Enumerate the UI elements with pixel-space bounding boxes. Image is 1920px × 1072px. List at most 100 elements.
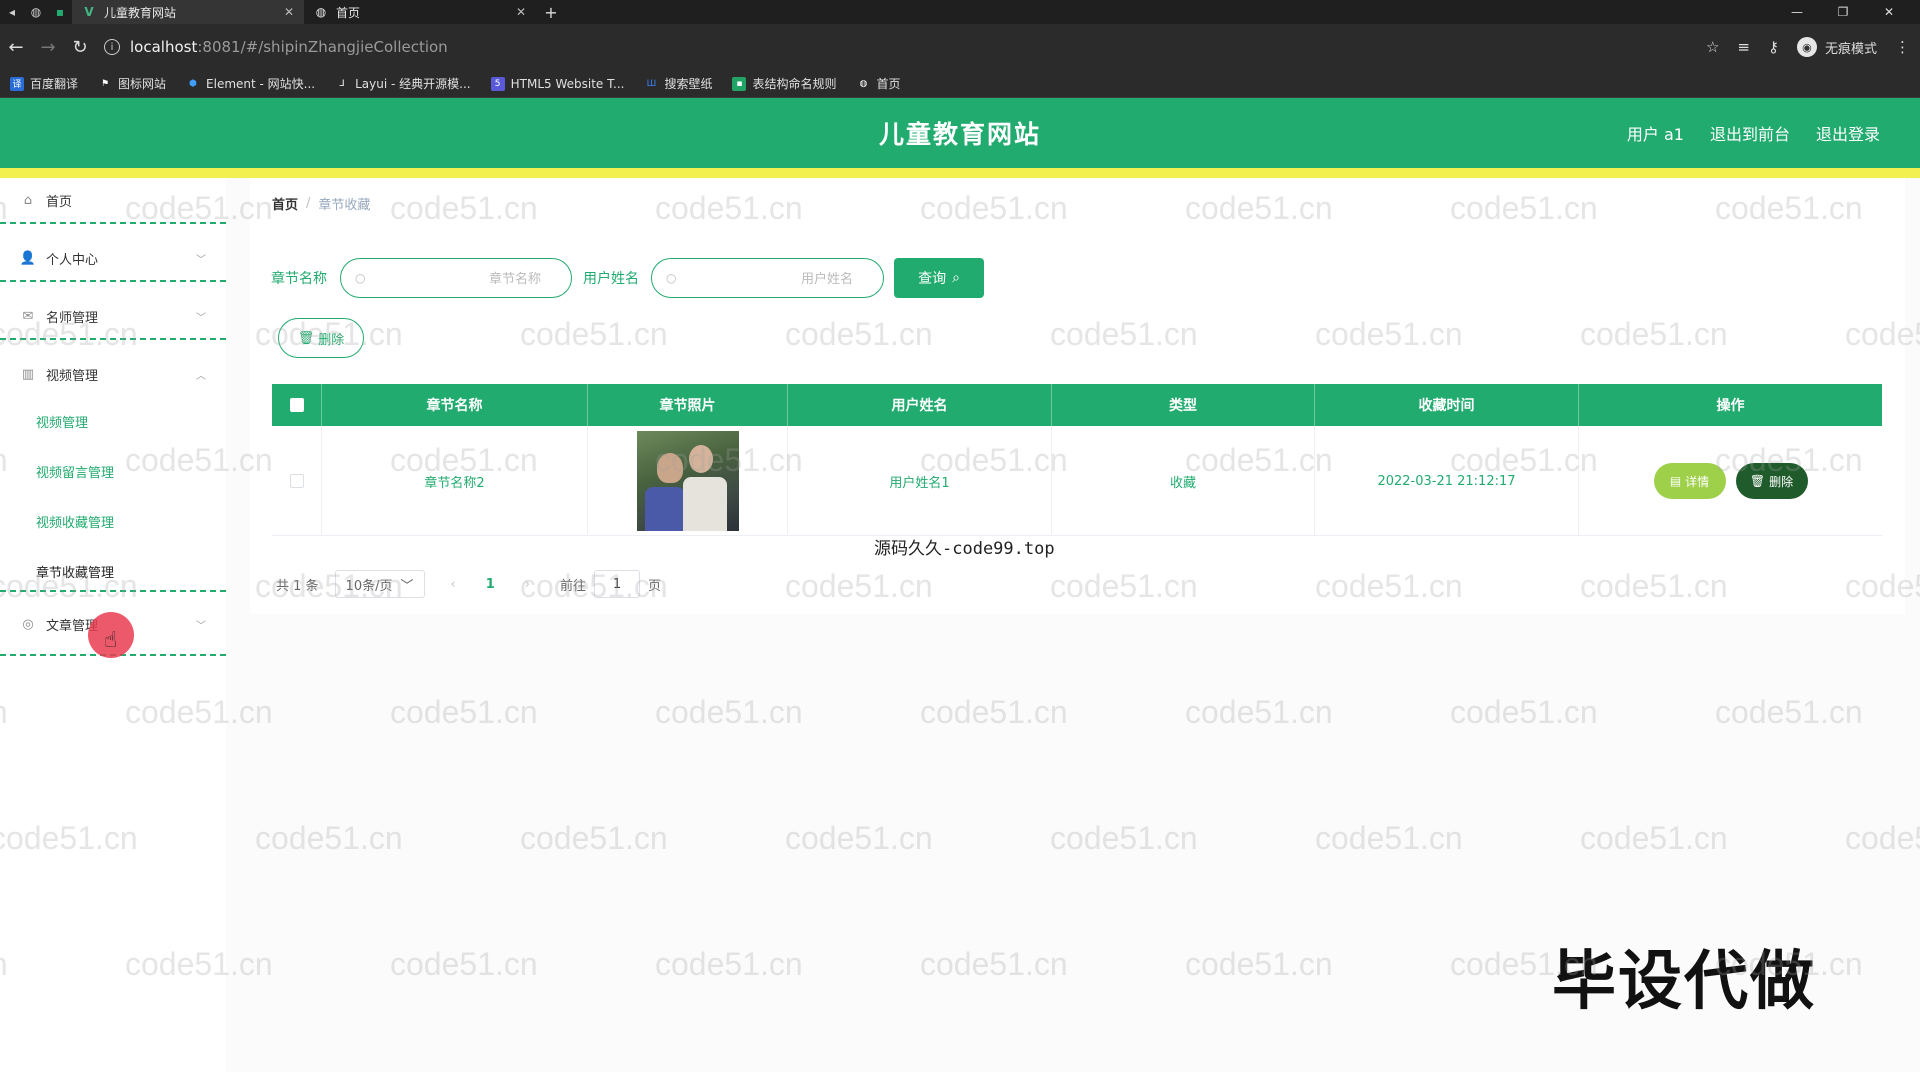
reload-icon[interactable]: ↻ [64, 31, 96, 63]
bookmarks-bar: 译百度翻译 ⚑ 图标网站 ⬢ Element - 网站快... ⅃ Layui - 经… [0, 70, 1920, 98]
current-user: 用户 a1 [1626, 125, 1684, 144]
back-icon[interactable]: ← [0, 31, 32, 63]
header-actions: 用户 a1 退出到前台 退出登录 [1627, 98, 1880, 168]
chapter-photo[interactable] [636, 431, 739, 531]
sidebar-item-label: 视频管理 [46, 368, 99, 384]
bookmark-item[interactable]: ⬢ Element - 网站快... [186, 75, 315, 92]
thumb-shape [682, 477, 727, 531]
document-icon: ▤ [1669, 474, 1682, 488]
menu-icon[interactable]: ⋮ [1895, 38, 1910, 56]
bookmark-item[interactable]: ⅃ Layui - 经典开源模... [335, 75, 471, 92]
row-checkbox[interactable] [289, 474, 304, 488]
submenu-video-comments[interactable]: 视频留言管理 [36, 462, 114, 481]
hand-cursor-icon: ☝ [104, 628, 118, 653]
back-to-front-link[interactable]: 退出到前台 [1710, 121, 1790, 145]
breadcrumb-home[interactable]: 首页 [272, 194, 298, 213]
next-page-icon[interactable]: › [525, 577, 530, 592]
forward-icon[interactable]: → [32, 31, 64, 63]
divider [0, 590, 226, 592]
row-delete-button[interactable]: 🗑 删除 [1735, 463, 1808, 499]
site-info-icon[interactable]: i [104, 39, 120, 55]
translate-icon: 译 [10, 76, 24, 91]
bookmark-label: Element - 网站快... [206, 77, 316, 91]
globe-icon: ◍ [859, 78, 868, 89]
select-all-checkbox[interactable] [289, 398, 304, 412]
thumb-shape [644, 487, 685, 531]
reading-list-icon[interactable]: ≡ [1737, 38, 1750, 56]
column-header: 类型 [1052, 384, 1315, 426]
bookmark-item[interactable]: ▪ 表结构命名规则 [732, 75, 836, 92]
bookmark-item[interactable]: 5 HTML5 Website T... [490, 76, 625, 91]
tab-active[interactable]: V 儿童教育网站 ✕ [72, 0, 304, 24]
breadcrumb-separator: / [306, 196, 311, 211]
trash-icon: 🗑 [1749, 474, 1766, 488]
bookmark-item[interactable]: ⚑ 图标网站 [98, 75, 166, 92]
user-name-search[interactable]: ○ [651, 258, 884, 298]
table-header: 章节名称 章节照片 用户姓名 类型 收藏时间 操作 [272, 384, 1882, 426]
tab-title: 儿童教育网站 [104, 5, 177, 20]
tab-search-icon[interactable]: ◂ [0, 0, 24, 24]
batch-delete-button[interactable]: 🗑 删除 [278, 318, 364, 358]
column-header: 章节名称 [322, 384, 588, 426]
type-cell: 收藏 [1052, 426, 1315, 536]
bookmark-item[interactable]: ◍ 首页 [856, 75, 901, 92]
bookmark-label: HTML5 Website T... [510, 76, 625, 91]
minimize-icon[interactable]: — [1774, 5, 1820, 19]
search-icon: ○ [666, 271, 677, 285]
submenu-chapter-favorites[interactable]: 章节收藏管理 [36, 562, 114, 581]
html5-icon: 5 [490, 76, 505, 91]
submenu-video-manage[interactable]: 视频管理 [36, 412, 88, 431]
key-icon[interactable]: ⚷ [1768, 38, 1779, 56]
sidebar-item-video[interactable]: ▥ 视频管理 ︿ [0, 352, 226, 396]
sidebar-item-home[interactable]: ⌂ 首页 [0, 178, 226, 222]
chapter-name-search[interactable]: ○ [340, 258, 572, 298]
breadcrumb: 首页 / 章节收藏 [272, 194, 370, 213]
profile-button[interactable]: ◉ 无痕模式 [1796, 37, 1877, 57]
detail-button[interactable]: ▤ 详情 [1653, 463, 1726, 499]
sidebar-item-label: 名师管理 [46, 310, 99, 326]
tab-inactive[interactable]: ◍ 首页 ✕ [304, 0, 536, 24]
tab-title: 首页 [336, 5, 361, 20]
sidebar-item-profile[interactable]: 👤 个人中心 ﹀ [0, 236, 226, 280]
sidebar-item-teachers[interactable]: ✉ 名师管理 ﹀ [0, 294, 226, 338]
bookmark-item[interactable]: Ш 搜索壁纸 [644, 75, 713, 92]
restore-icon[interactable]: ❐ [1820, 5, 1866, 19]
layui-icon: ⅃ [339, 78, 345, 89]
query-button[interactable]: 查询 ⌕ [894, 258, 984, 298]
user-name-input[interactable] [676, 270, 869, 286]
close-icon[interactable]: ✕ [516, 5, 526, 19]
compass-icon: ◎ [22, 616, 34, 632]
window-controls: — ❐ ✕ [1774, 0, 1912, 24]
watermark-text: code51.cn [520, 820, 668, 856]
sidebar-item-label: 个人中心 [46, 252, 99, 268]
watermark-text: code51.cn [390, 946, 538, 982]
watermark-text: code51.cn [1185, 694, 1333, 730]
sidebar-item-label: 首页 [46, 194, 73, 210]
watermark-text: code51.cn [255, 820, 403, 856]
app-header: 儿童教育网站 用户 a1 退出到前台 退出登录 [0, 98, 1920, 168]
page-size-select[interactable]: 10条/页 ﹀ [334, 570, 425, 598]
bookmark-star-icon[interactable]: ☆ [1706, 38, 1719, 56]
header-accent-strip [0, 168, 1920, 178]
watermark-text: code51.cn [1580, 820, 1728, 856]
url-path: :8081/#/shipinZhangjieCollection [197, 38, 448, 56]
globe-icon[interactable]: ◍ [24, 0, 48, 24]
chapter-name-input[interactable] [365, 270, 557, 286]
logout-link[interactable]: 退出登录 [1816, 121, 1880, 145]
pagination: 共 1 条 10条/页 ﹀ ‹ 1 › 前往 1 页 [276, 570, 661, 598]
pinned-tab-icon[interactable]: ▪ [48, 0, 72, 24]
prev-page-icon[interactable]: ‹ [451, 577, 456, 592]
close-icon[interactable]: ✕ [284, 5, 294, 19]
new-tab-icon[interactable]: + [536, 3, 566, 22]
chevron-down-icon: ﹀ [196, 254, 206, 266]
page-size-value: 10条/页 [345, 578, 393, 594]
goto-page-input[interactable]: 1 [594, 570, 641, 598]
close-window-icon[interactable]: ✕ [1866, 5, 1912, 19]
watermark-text: code51.cn [920, 694, 1068, 730]
url-field[interactable]: i localhost :8081/#/shipinZhangjieCollec… [104, 32, 1654, 62]
search-icon: ⌕ [952, 270, 960, 286]
bookmark-item[interactable]: 译百度翻译 [10, 75, 78, 92]
page-number[interactable]: 1 [486, 577, 495, 592]
watermark-text: code51.cn [655, 694, 803, 730]
submenu-video-favorites[interactable]: 视频收藏管理 [36, 512, 114, 531]
